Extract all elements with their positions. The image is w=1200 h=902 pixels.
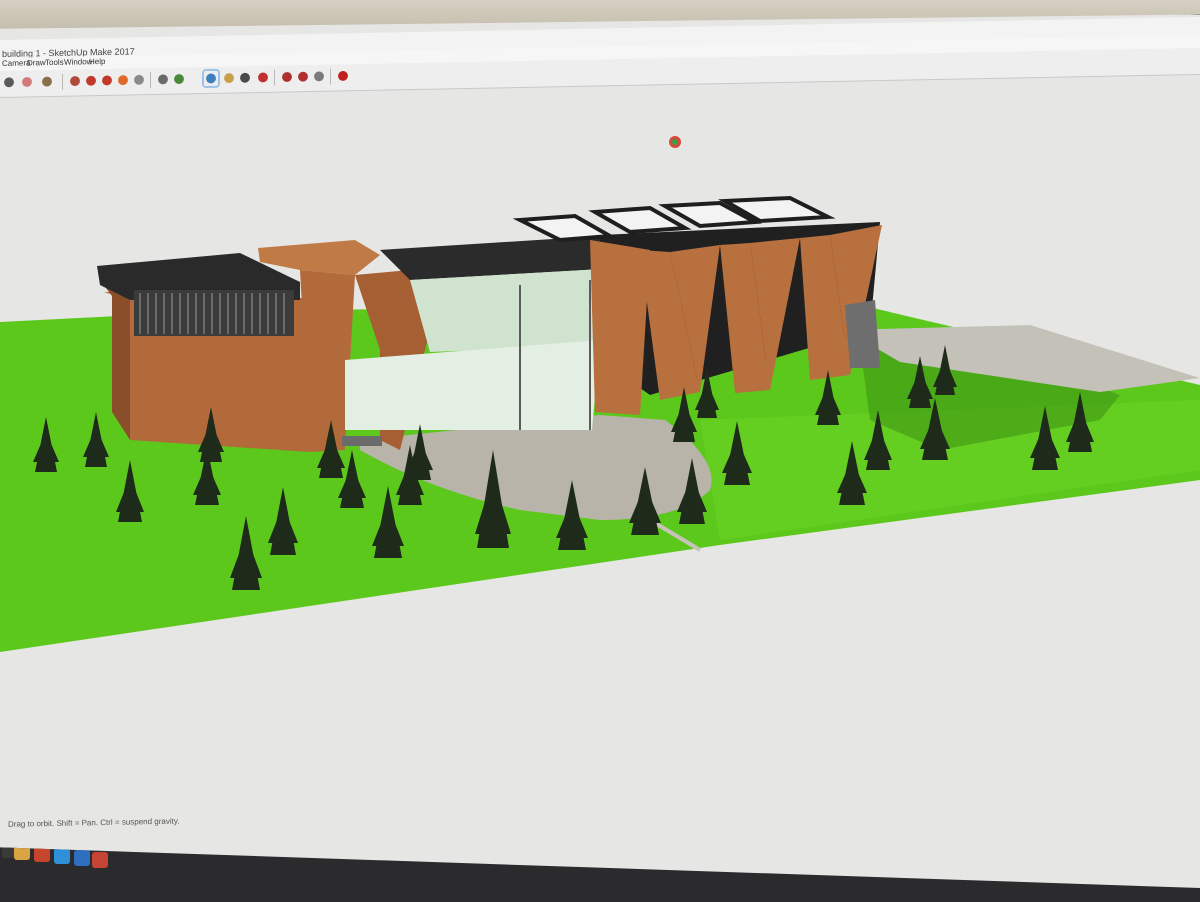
zoom-icon[interactable] [238,70,252,86]
zoom-extents-icon[interactable] [256,69,270,86]
axes-icon[interactable] [172,71,186,87]
sketchup-icon[interactable] [92,852,108,868]
warehouse-icon[interactable] [280,69,294,85]
select-arrow-icon[interactable] [2,74,16,90]
pan-icon[interactable] [222,70,236,86]
menu-draw[interactable]: Draw [27,58,46,67]
layout-icon[interactable] [312,68,326,85]
menu-tools[interactable]: Tools [45,58,64,67]
bench [342,436,382,446]
monitor-screen: building 1 - SketchUp Make 2017 Camera D… [0,0,1200,900]
toolbar-separator [330,68,331,85]
text-icon[interactable] [156,71,170,88]
status-hint: Drag to orbit. Shift = Pan. Ctrl = suspe… [8,816,180,829]
offset-icon[interactable] [116,72,130,88]
menu-help[interactable]: Help [89,57,105,66]
push-pull-icon[interactable] [68,73,82,89]
edge-icon[interactable] [54,848,70,864]
paint-bucket-icon[interactable] [40,73,54,90]
model-viewport[interactable] [0,0,1200,900]
orbit-icon[interactable] [204,70,218,87]
center-tower [258,240,380,275]
rotate-icon[interactable] [100,72,114,89]
orbit-cursor-icon [669,136,681,148]
move-icon[interactable] [84,73,98,89]
extension-warehouse-icon[interactable] [296,69,310,85]
toolbar-separator [150,72,151,89]
eraser-icon[interactable] [20,74,34,90]
toolbar-separator [62,73,63,90]
internet-explorer-icon[interactable] [74,850,90,866]
left-wing-louvers [134,290,294,336]
toolbar-separator [274,69,275,86]
tape-measure-icon[interactable] [132,72,146,88]
glass-bridge [410,268,620,352]
canopy [845,300,880,368]
extension-icon[interactable] [336,68,350,84]
